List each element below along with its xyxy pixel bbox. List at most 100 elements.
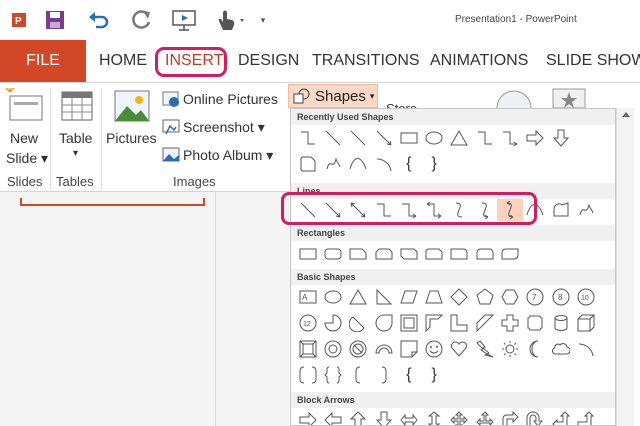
snip-round-rectangle-icon[interactable] <box>421 243 446 265</box>
snip-corner-icon[interactable] <box>295 153 320 175</box>
donut-icon[interactable] <box>320 338 345 360</box>
down-arrow-icon[interactable] <box>371 409 396 425</box>
tab-file[interactable]: FILE <box>0 40 86 82</box>
new-slide-label[interactable]: New <box>10 130 38 146</box>
trapezoid-icon[interactable] <box>421 286 446 308</box>
left-brace-icon[interactable]: { <box>396 153 421 175</box>
diamond-icon[interactable] <box>447 286 472 308</box>
online-pictures-icon[interactable] <box>162 90 180 108</box>
pentagon-icon[interactable] <box>472 286 497 308</box>
no-symbol-icon[interactable] <box>346 338 371 360</box>
octagon-icon[interactable]: 8 <box>548 286 573 308</box>
diagonal-stripe-icon[interactable] <box>472 312 497 334</box>
bevel-icon[interactable] <box>295 338 320 360</box>
triangle-icon[interactable] <box>447 127 472 149</box>
plaque-icon[interactable] <box>523 312 548 334</box>
screenshot-button[interactable]: Screenshot ▾ <box>183 119 265 136</box>
frame-icon[interactable] <box>396 312 421 334</box>
rectangle-icon[interactable] <box>396 127 421 149</box>
left-bracket-icon[interactable] <box>346 364 371 386</box>
l-shape-icon[interactable] <box>447 312 472 334</box>
round-single-corner-rectangle-icon[interactable] <box>447 243 472 265</box>
folded-corner-icon[interactable] <box>396 338 421 360</box>
smiley-face-icon[interactable] <box>421 338 446 360</box>
left-brace-icon[interactable]: { <box>396 364 421 386</box>
round-same-side-rectangle-icon[interactable] <box>472 243 497 265</box>
chord-icon[interactable] <box>346 312 371 334</box>
elbow-connector-icon[interactable] <box>472 127 497 149</box>
left-right-arrow-icon[interactable] <box>396 409 421 425</box>
can-icon[interactable] <box>548 312 573 334</box>
photo-album-button[interactable]: Photo Album ▾ <box>183 147 273 164</box>
decagon-icon[interactable]: 10 <box>573 286 598 308</box>
right-arrow-icon[interactable] <box>295 409 320 425</box>
snip-diagonal-rectangle-icon[interactable] <box>396 243 421 265</box>
online-pictures-button[interactable]: Online Pictures <box>183 91 278 107</box>
teardrop-icon[interactable] <box>371 312 396 334</box>
right-triangle-icon[interactable] <box>371 286 396 308</box>
scribble-icon[interactable] <box>573 199 598 221</box>
bent-up-arrow-icon[interactable] <box>573 409 598 425</box>
text-box-icon[interactable]: A <box>295 286 320 308</box>
snip-single-corner-rectangle-icon[interactable] <box>346 243 371 265</box>
new-slide-dropdown[interactable]: Slide ▾ <box>6 150 48 167</box>
tab-home[interactable]: HOME <box>99 40 147 82</box>
double-bracket-icon[interactable] <box>295 364 320 386</box>
oval-icon[interactable] <box>320 286 345 308</box>
pie-icon[interactable] <box>320 312 345 334</box>
parallelogram-icon[interactable] <box>396 286 421 308</box>
moon-icon[interactable] <box>523 338 548 360</box>
right-arrow-icon[interactable] <box>523 127 548 149</box>
right-brace-icon[interactable]: } <box>421 153 446 175</box>
screenshot-icon[interactable] <box>162 118 180 136</box>
slide-thumbnail[interactable] <box>20 198 205 206</box>
heptagon-icon[interactable]: 7 <box>523 286 548 308</box>
start-from-beginning-icon[interactable] <box>168 6 200 34</box>
left-arrow-icon[interactable] <box>320 409 345 425</box>
table-icon[interactable] <box>60 90 94 124</box>
triangle-icon[interactable] <box>346 286 371 308</box>
scribble-icon[interactable] <box>320 153 345 175</box>
arrow-line-icon[interactable] <box>371 127 396 149</box>
redo-icon[interactable] <box>126 6 156 34</box>
oval-icon[interactable] <box>421 127 446 149</box>
photo-album-icon[interactable] <box>162 146 180 164</box>
pictures-label[interactable]: Pictures <box>106 130 157 146</box>
elbow-connector-icon[interactable] <box>295 127 320 149</box>
freeform-icon[interactable] <box>548 199 573 221</box>
tab-animations[interactable]: ANIMATIONS <box>430 40 528 82</box>
new-slide-icon[interactable] <box>5 86 46 124</box>
half-frame-icon[interactable] <box>421 312 446 334</box>
undo-icon[interactable] <box>84 6 114 34</box>
elbow-arrow-connector-icon[interactable] <box>497 127 522 149</box>
lightning-bolt-icon[interactable] <box>472 338 497 360</box>
hexagon-icon[interactable] <box>497 286 522 308</box>
right-bracket-icon[interactable] <box>371 364 396 386</box>
tab-design[interactable]: DESIGN <box>238 40 299 82</box>
block-arc-icon[interactable] <box>371 338 396 360</box>
up-arrow-icon[interactable] <box>346 409 371 425</box>
heart-icon[interactable] <box>447 338 472 360</box>
sun-icon[interactable] <box>497 338 522 360</box>
cloud-icon[interactable] <box>548 338 573 360</box>
left-right-up-arrow-icon[interactable] <box>472 409 497 425</box>
u-turn-arrow-icon[interactable] <box>523 409 548 425</box>
round-diagonal-rectangle-icon[interactable] <box>497 243 522 265</box>
save-icon[interactable] <box>40 6 70 34</box>
cube-icon[interactable] <box>573 312 598 334</box>
pictures-icon[interactable] <box>112 88 152 126</box>
scroll-up-icon[interactable] <box>621 112 630 117</box>
quad-arrow-icon[interactable] <box>447 409 472 425</box>
line-icon[interactable] <box>346 127 371 149</box>
tab-transitions[interactable]: TRANSITIONS <box>312 40 420 82</box>
tab-slide-show[interactable]: SLIDE SHOW <box>546 40 640 82</box>
down-arrow-icon[interactable] <box>548 127 573 149</box>
cross-icon[interactable] <box>497 312 522 334</box>
arc-icon[interactable] <box>573 338 598 360</box>
rectangle-icon[interactable] <box>295 243 320 265</box>
table-label[interactable]: Table <box>59 130 92 146</box>
gallery-scrollbar[interactable] <box>616 108 634 426</box>
arc-icon[interactable] <box>371 153 396 175</box>
right-brace-icon[interactable]: } <box>421 364 446 386</box>
snip-same-side-rectangle-icon[interactable] <box>371 243 396 265</box>
